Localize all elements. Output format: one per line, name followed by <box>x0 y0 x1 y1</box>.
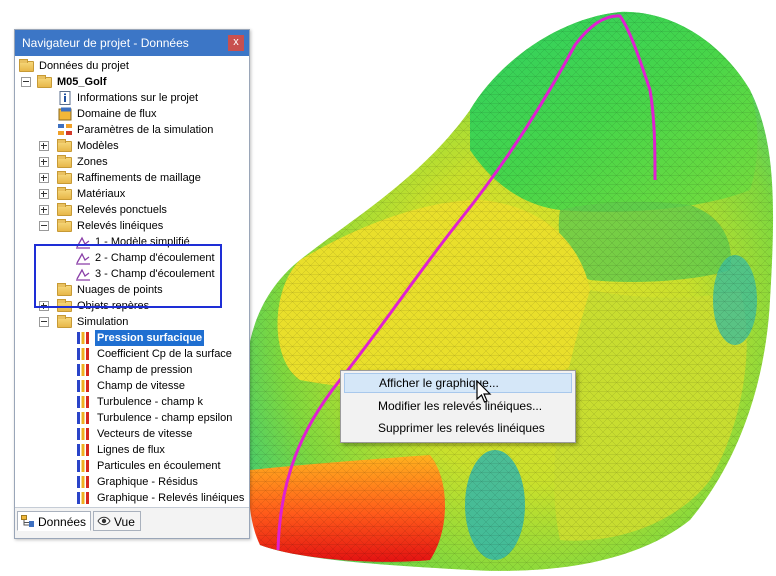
project-tree: Données du projet M05_Golf Informations … <box>15 56 249 508</box>
tree-label: Simulation <box>77 316 129 328</box>
tree-label: Champ de vitesse <box>97 380 186 392</box>
tree-label: Modèles <box>77 140 119 152</box>
eye-icon <box>97 516 111 526</box>
tree-label: Paramètres de la simulation <box>77 124 214 136</box>
collapse-toggle[interactable] <box>39 221 49 231</box>
folder-icon <box>57 171 72 184</box>
tree-item-velocity-vectors[interactable]: Vecteurs de vitesse <box>19 426 239 442</box>
result-color-bars-icon <box>77 428 89 440</box>
folder-icon <box>57 187 72 200</box>
result-color-bars-icon <box>77 364 89 376</box>
tree-item-project-info[interactable]: Informations sur le projet <box>19 90 239 106</box>
tree-label: Domaine de flux <box>77 108 157 120</box>
simulation-parameters-icon <box>58 124 72 135</box>
tree-item-line-probes-graph[interactable]: Graphique - Relevés linéiques <box>19 490 244 506</box>
tree-label: Graphique - Relevés linéiques <box>97 492 245 504</box>
tree-item-residuals-graph[interactable]: Graphique - Résidus <box>19 474 239 490</box>
tab-view[interactable]: Vue <box>93 511 141 531</box>
expand-toggle[interactable] <box>39 189 49 199</box>
tree-label: M05_Golf <box>57 76 107 88</box>
tree-label: Relevés ponctuels <box>77 204 167 216</box>
result-color-bars-icon <box>77 460 89 472</box>
tree-label: Particules en écoulement <box>97 460 221 472</box>
line-probes-highlight-frame <box>34 244 222 308</box>
close-icon[interactable]: x <box>228 35 244 51</box>
tree-item-pressure-field[interactable]: Champ de pression <box>19 362 239 378</box>
navigator-title: Navigateur de projet - Données <box>22 36 189 50</box>
context-menu: Afficher le graphique... Modifier les re… <box>340 370 576 443</box>
tree-item-simulation[interactable]: Simulation <box>19 314 239 330</box>
result-color-bars-icon <box>77 476 89 488</box>
tree-item-flow-domain[interactable]: Domaine de flux <box>19 106 239 122</box>
tree-item-point-probes[interactable]: Relevés ponctuels <box>19 202 239 218</box>
info-document-icon <box>59 91 71 105</box>
expand-toggle[interactable] <box>39 141 49 151</box>
tree-label: Raffinements de maillage <box>77 172 201 184</box>
menu-item-show-graph[interactable]: Afficher le graphique... <box>344 373 572 393</box>
surface-mesh <box>245 11 774 571</box>
result-color-bars-icon <box>77 332 89 344</box>
tree-project[interactable]: M05_Golf <box>19 74 239 90</box>
tree-root[interactable]: Données du projet <box>19 58 239 74</box>
project-navigator: Navigateur de projet - Données x Données… <box>14 29 250 539</box>
folder-icon <box>57 203 72 216</box>
tree-label: Turbulence - champ k <box>97 396 203 408</box>
collapse-toggle[interactable] <box>21 77 31 87</box>
result-color-bars-icon <box>77 412 89 424</box>
tab-data[interactable]: Données <box>17 511 91 531</box>
tab-label: Données <box>38 515 87 529</box>
mouse-pointer-icon <box>476 380 492 403</box>
folder-icon <box>57 315 72 328</box>
tab-label: Vue <box>114 515 135 529</box>
tree-item-models[interactable]: Modèles <box>19 138 239 154</box>
tree-item-streamlines[interactable]: Lignes de flux <box>19 442 239 458</box>
expand-toggle[interactable] <box>39 173 49 183</box>
result-color-bars-icon <box>77 380 89 392</box>
tree-item-surface-pressure[interactable]: Pression surfacique <box>19 330 239 346</box>
flow-domain-icon <box>58 107 72 121</box>
menu-item-edit-line-probes[interactable]: Modifier les relevés linéiques... <box>344 396 572 416</box>
tree-label: Informations sur le projet <box>77 92 199 104</box>
tree-item-materials[interactable]: Matériaux <box>19 186 239 202</box>
expand-toggle[interactable] <box>39 205 49 215</box>
expand-toggle[interactable] <box>39 157 49 167</box>
folder-icon <box>57 155 72 168</box>
result-color-bars-icon <box>77 348 89 360</box>
navigator-tab-bar: Données Vue <box>15 507 249 538</box>
tree-item-velocity-field[interactable]: Champ de vitesse <box>19 378 239 394</box>
tree-item-mesh-refinements[interactable]: Raffinements de maillage <box>19 170 239 186</box>
data-tree-icon <box>21 515 34 527</box>
tree-item-turbulence-epsilon[interactable]: Turbulence - champ epsilon <box>19 410 239 426</box>
folder-icon <box>19 59 34 72</box>
folder-icon <box>57 219 72 232</box>
tree-label: Matériaux <box>77 188 126 200</box>
tree-label: Zones <box>77 156 108 168</box>
tree-label: Relevés linéiques <box>77 220 164 232</box>
folder-icon <box>37 75 52 88</box>
tree-item-line-probes[interactable]: Relevés linéiques <box>19 218 239 234</box>
tree-item-cp-coefficient[interactable]: Coefficient Cp de la surface <box>19 346 239 362</box>
tree-label: Coefficient Cp de la surface <box>97 348 232 360</box>
folder-icon <box>57 139 72 152</box>
tree-label: Vecteurs de vitesse <box>97 428 193 440</box>
result-color-bars-icon <box>77 444 89 456</box>
tree-label-selected: Pression surfacique <box>95 330 205 346</box>
collapse-toggle[interactable] <box>39 317 49 327</box>
menu-item-delete-line-probes[interactable]: Supprimer les relevés linéiques <box>344 418 572 438</box>
tree-label: Champ de pression <box>97 364 193 376</box>
tree-item-zones[interactable]: Zones <box>19 154 239 170</box>
tree-label: Données du projet <box>39 60 129 72</box>
tree-label: Lignes de flux <box>97 444 165 456</box>
tree-label: Turbulence - champ epsilon <box>97 412 233 424</box>
tree-item-particles[interactable]: Particules en écoulement <box>19 458 239 474</box>
result-color-bars-icon <box>77 492 89 504</box>
tree-item-turbulence-k[interactable]: Turbulence - champ k <box>19 394 239 410</box>
navigator-title-bar[interactable]: Navigateur de projet - Données x <box>15 30 249 56</box>
tree-item-simulation-parameters[interactable]: Paramètres de la simulation <box>19 122 239 138</box>
result-color-bars-icon <box>77 396 89 408</box>
tree-label: Graphique - Résidus <box>97 476 198 488</box>
